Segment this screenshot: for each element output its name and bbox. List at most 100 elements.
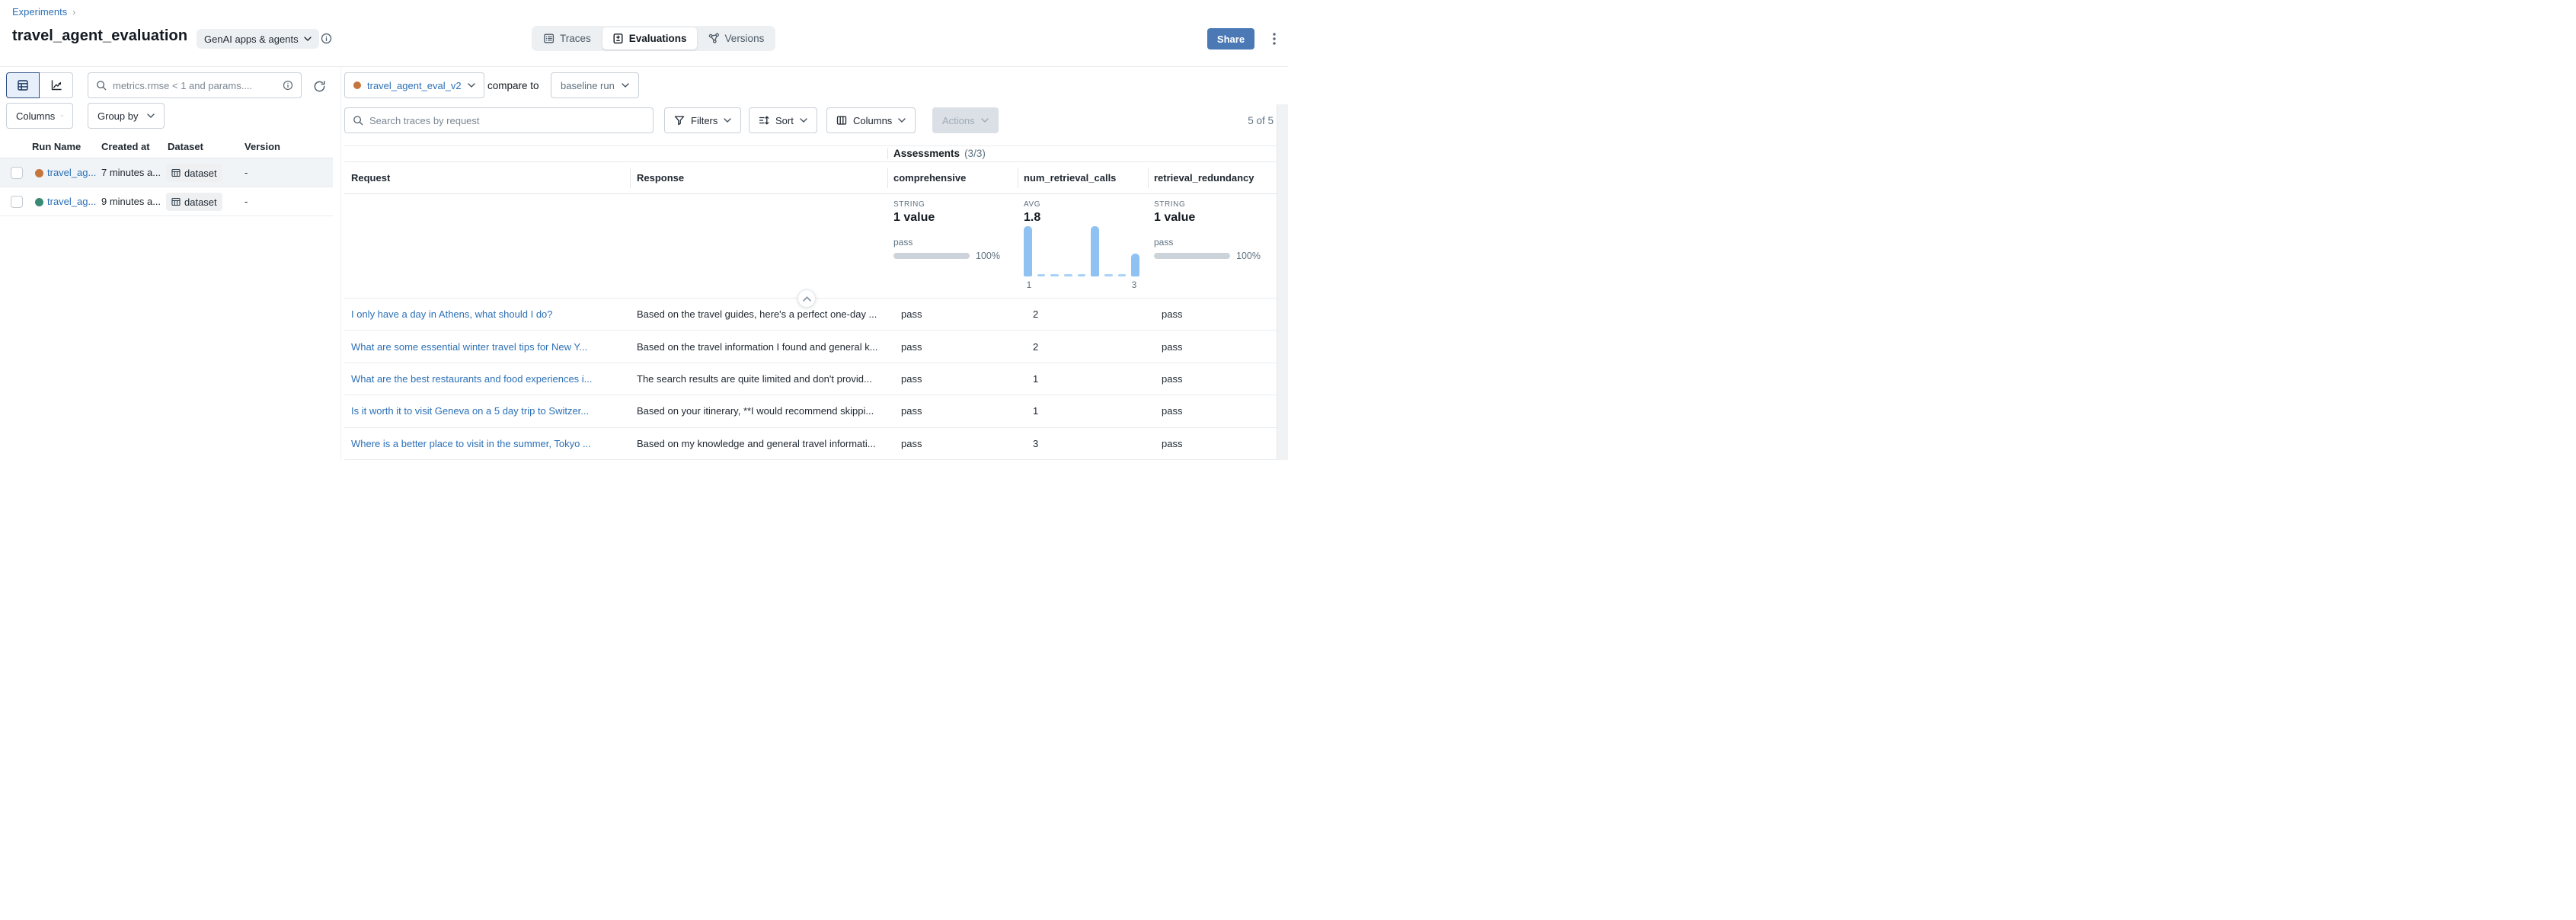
trace-row[interactable]: Where is a better place to visit in the … <box>344 428 1277 460</box>
evaluations-icon <box>612 33 624 44</box>
assessment-value: 1.8 <box>1024 211 1147 225</box>
runs-columns-button[interactable]: Columns <box>6 103 73 129</box>
page-title: travel_agent_evaluation <box>12 27 187 45</box>
trace-request-link[interactable]: What are some essential winter travel ti… <box>351 341 587 353</box>
experiment-info-icon[interactable] <box>321 33 332 44</box>
num-retrieval-calls-summary: AVG 1.8 1 3 <box>1024 200 1147 290</box>
pass-bar-label: pass <box>1154 237 1277 248</box>
request-column-header: Request <box>351 172 390 184</box>
histogram-tick-min: 1 <box>1024 280 1034 290</box>
tab-traces[interactable]: Traces <box>533 27 601 50</box>
trace-row[interactable]: What are some essential winter travel ti… <box>344 331 1277 363</box>
chevron-down-icon <box>724 118 731 123</box>
chevron-down-icon <box>468 83 475 88</box>
columns-button[interactable]: Columns <box>826 107 916 133</box>
histogram-axis: 1 3 <box>1024 280 1139 290</box>
view-tabs: Traces Evaluations Versions <box>532 26 775 51</box>
filter-funnel-icon <box>674 115 685 126</box>
collapse-summary-button[interactable] <box>797 289 816 308</box>
app-frame: Experiments › travel_agent_evaluation Ge… <box>0 0 1288 460</box>
trace-row[interactable]: Is it worth it to visit Geneva on a 5 da… <box>344 395 1277 427</box>
result-count: 5 of 5 <box>1188 107 1274 133</box>
run-checkbox[interactable] <box>11 167 23 179</box>
overflow-menu-button[interactable] <box>1266 29 1283 49</box>
run-name-link[interactable]: travel_ag... <box>47 196 101 207</box>
num-retrieval-calls-value: 1 <box>1033 395 1139 426</box>
pass-percentage: 100% <box>976 251 1000 261</box>
compare-to-label: compare to <box>487 72 539 98</box>
chevron-down-icon <box>622 83 629 88</box>
filter-info-icon[interactable] <box>283 80 293 91</box>
histogram-empty-bin <box>1050 274 1059 276</box>
trace-request-link[interactable]: Is it worth it to visit Geneva on a 5 da… <box>351 405 589 417</box>
column-separator <box>887 168 888 188</box>
run-name-link[interactable]: travel_ag... <box>47 167 101 178</box>
pass-bar-label: pass <box>893 237 1017 248</box>
filters-label: Filters <box>691 115 718 126</box>
baseline-run-dropdown[interactable]: baseline run <box>551 72 639 98</box>
chart-view-toggle-button[interactable] <box>40 72 73 98</box>
comprehensive-value: pass <box>901 363 1015 395</box>
refresh-icon <box>313 80 326 93</box>
assessment-value: 1 value <box>893 211 1017 225</box>
retrieval-redundancy-value: pass <box>1162 331 1276 362</box>
group-by-button[interactable]: Group by <box>88 103 165 129</box>
retrieval-redundancy-summary: STRING 1 value pass 100% <box>1154 200 1277 261</box>
share-button[interactable]: Share <box>1207 28 1254 50</box>
tab-traces-label: Traces <box>560 33 591 44</box>
trace-request-link[interactable]: What are the best restaurants and food e… <box>351 373 593 385</box>
filters-button[interactable]: Filters <box>664 107 741 133</box>
top-header: Experiments › travel_agent_evaluation Ge… <box>0 0 1288 67</box>
trace-table-body: I only have a day in Athens, what should… <box>344 299 1277 460</box>
dataset-chip[interactable]: dataset <box>166 164 222 182</box>
breadcrumb-chevron-icon: › <box>72 7 75 18</box>
trace-response: The search results are quite limited and… <box>637 363 890 395</box>
run-version: - <box>244 167 248 178</box>
trace-request-link[interactable]: Where is a better place to visit in the … <box>351 438 591 449</box>
sort-button[interactable]: Sort <box>749 107 817 133</box>
experiment-type-badge[interactable]: GenAI apps & agents <box>197 29 319 49</box>
column-separator <box>1148 168 1149 188</box>
tab-evaluations[interactable]: Evaluations <box>602 27 697 50</box>
actions-button: Actions <box>932 107 999 133</box>
tab-versions-label: Versions <box>725 33 765 44</box>
trace-row[interactable]: What are the best restaurants and food e… <box>344 363 1277 395</box>
dataset-grid-icon <box>171 197 181 206</box>
run-version: - <box>244 196 248 207</box>
tab-versions[interactable]: Versions <box>698 27 775 50</box>
run-color-dot <box>35 198 43 206</box>
retrieval-redundancy-column-header: retrieval_redundancy <box>1154 172 1254 184</box>
run-color-dot <box>35 169 43 177</box>
num-retrieval-calls-value: 1 <box>1033 363 1139 395</box>
search-icon <box>96 80 107 91</box>
runs-filter-input[interactable] <box>113 80 276 91</box>
assessment-type: STRING <box>1154 200 1277 209</box>
chevron-down-icon <box>898 118 906 123</box>
dataset-chip[interactable]: dataset <box>166 193 222 211</box>
assessments-label: Assessments <box>893 148 960 159</box>
run-row[interactable]: travel_ag... 9 minutes a... dataset - <box>0 187 333 216</box>
histogram-empty-bin <box>1064 274 1072 276</box>
run-checkbox[interactable] <box>11 196 23 208</box>
run-color-dot <box>353 81 361 89</box>
chart-view-icon <box>50 79 62 91</box>
refresh-button[interactable] <box>310 77 328 95</box>
run-row[interactable]: travel_ag... 7 minutes a... dataset - <box>0 158 333 187</box>
histogram-empty-bin <box>1118 274 1127 276</box>
chevron-down-icon <box>304 37 312 41</box>
run-selector-dropdown[interactable]: travel_agent_eval_v2 <box>344 72 484 98</box>
histogram-empty-bin <box>1037 274 1046 276</box>
created-at-header: Created at <box>101 141 150 152</box>
histogram-bar <box>1131 254 1139 276</box>
trace-search-input[interactable] <box>369 115 645 126</box>
breadcrumb: Experiments › <box>12 6 75 18</box>
trace-request-link[interactable]: I only have a day in Athens, what should… <box>351 308 553 320</box>
run-name-header: Run Name <box>32 141 81 152</box>
num-retrieval-calls-value: 2 <box>1033 331 1139 362</box>
breadcrumb-experiments-link[interactable]: Experiments <box>12 6 67 18</box>
table-view-toggle-button[interactable] <box>6 72 40 98</box>
response-column-header: Response <box>637 172 684 184</box>
histogram-bar <box>1091 226 1099 276</box>
version-header: Version <box>244 141 280 152</box>
vertical-scrollbar[interactable] <box>1277 104 1288 460</box>
